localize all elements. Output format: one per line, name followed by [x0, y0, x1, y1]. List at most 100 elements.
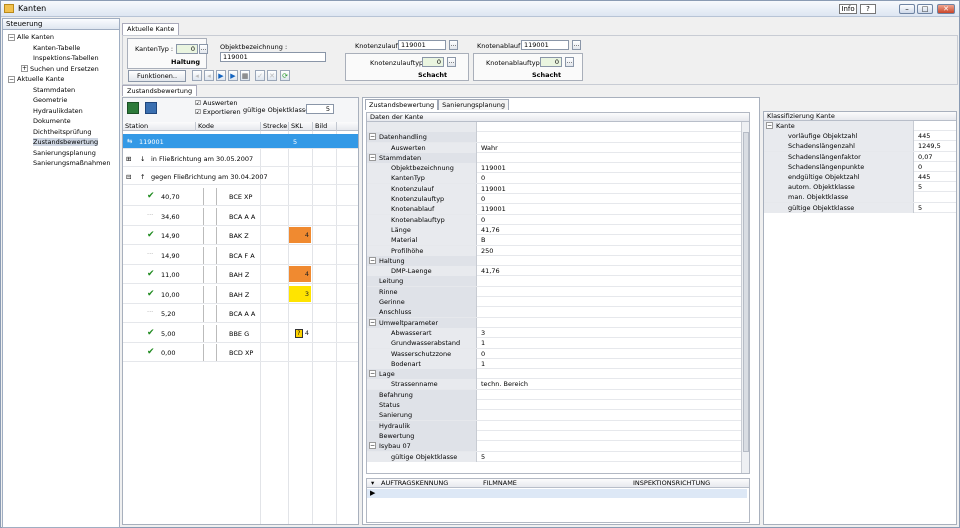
classification-row[interactable]: vorläufige Objektzahl 445	[764, 131, 956, 142]
property-row[interactable]: − Stammdaten	[367, 152, 749, 164]
property-row[interactable]: Leitung	[367, 276, 749, 287]
tree-toggle-icon[interactable]: −	[8, 33, 15, 41]
col-filmname[interactable]: FILMNAME	[483, 479, 517, 488]
sidebar-item-11[interactable]: Sanierungsplanung	[3, 148, 119, 159]
expand-icon[interactable]: ⊞	[126, 155, 131, 163]
knotenablauftyp-input[interactable]: 0	[540, 57, 562, 67]
inspection-row[interactable]: ··· 34,60 BCA A A	[123, 207, 358, 226]
col-skl[interactable]: SKL	[289, 122, 313, 131]
info-button[interactable]: Info	[839, 4, 857, 14]
property-row[interactable]: Anschluss	[367, 307, 749, 318]
exportieren-checkbox[interactable]: ☑ Exportieren	[195, 108, 241, 116]
group-row-in[interactable]: ⊞ ↓ in Fließrichtung am 30.05.2007	[123, 151, 358, 167]
maximize-button[interactable]: □	[917, 4, 933, 14]
inspection-row[interactable]: ✔ 11,00 BAH Z 4	[123, 265, 358, 284]
property-row[interactable]: − Umweltparameter	[367, 317, 749, 328]
property-row[interactable]: Abwasserart 3	[367, 327, 749, 339]
toggle-icon[interactable]: −	[369, 133, 376, 141]
property-value[interactable]: 5	[481, 452, 485, 462]
sidebar-item-3[interactable]: + Suchen und Ersetzen	[3, 64, 119, 75]
tab-aktuelle-kante[interactable]: Aktuelle Kante	[122, 23, 180, 35]
property-row[interactable]: gültige Objektklasse 5	[367, 451, 749, 462]
property-row[interactable]: Wasserschutzzone 0	[367, 348, 749, 359]
property-row[interactable]: DMP-Laenge 41,76	[367, 266, 749, 277]
gok-input[interactable]: 5	[306, 104, 334, 114]
property-value[interactable]: 119001	[481, 184, 506, 194]
close-button[interactable]: ✕	[937, 4, 955, 14]
property-value[interactable]: 41,76	[481, 225, 500, 235]
property-row[interactable]: Länge 41,76	[367, 224, 749, 236]
classification-row[interactable]: autom. Objektklasse 5	[764, 182, 956, 193]
inspection-row[interactable]: ✔ 40,70 BCE XP	[123, 187, 358, 206]
last-record-icon[interactable]: ▶	[228, 70, 238, 81]
prev-record-icon[interactable]: ◂	[204, 70, 214, 81]
sidebar-item-9[interactable]: Dichtheitsprüfung	[3, 127, 119, 138]
col-bild[interactable]: Bild	[313, 122, 337, 131]
property-value[interactable]: Wahr	[481, 143, 498, 153]
excel-export-icon[interactable]	[127, 102, 139, 114]
classification-row[interactable]: man. Objektklasse	[764, 192, 956, 203]
property-value[interactable]: 0	[481, 215, 485, 225]
property-row[interactable]: − Lage	[367, 369, 749, 380]
sidebar-item-10[interactable]: Zustandsbewertung	[3, 137, 119, 148]
col-station[interactable]: Station	[125, 122, 196, 131]
property-row[interactable]: Knotenablauftyp 0	[367, 214, 749, 225]
col-auftragskennung[interactable]: AUFTRAGSKENNUNG	[381, 479, 448, 488]
property-row[interactable]: − Haltung	[367, 255, 749, 267]
property-row[interactable]: Bewertung	[367, 430, 749, 442]
property-row[interactable]: Knotenablauf 119001	[367, 204, 749, 215]
property-row[interactable]: Grundwasserabstand 1	[367, 338, 749, 349]
next-record-icon[interactable]: ▶	[216, 70, 226, 81]
first-record-icon[interactable]: ◂	[192, 70, 202, 81]
table-export-icon[interactable]	[145, 102, 157, 114]
property-row[interactable]: Sanierung	[367, 410, 749, 421]
property-value[interactable]: 1	[481, 338, 485, 348]
property-row[interactable]: Auswerten Wahr	[367, 142, 749, 153]
toggle-icon[interactable]: −	[369, 153, 376, 161]
classification-row[interactable]: Schadenslängenzahl 1249,5	[764, 141, 956, 152]
property-row[interactable]: Profilhöhe 250	[367, 245, 749, 256]
inspection-row[interactable]: ✔ 5,00 BBE G? 4	[123, 324, 358, 343]
classification-row[interactable]: gültige Objektklasse 5	[764, 202, 956, 213]
inspection-row[interactable]: ✔ 0,00 BCD XP	[123, 343, 358, 362]
sidebar-item-5[interactable]: Stammdaten	[3, 85, 119, 96]
sidebar-item-1[interactable]: Kanten-Tabelle	[3, 43, 119, 54]
property-value[interactable]: 0	[481, 194, 485, 204]
knotenzulauftyp-dots-button[interactable]: ...	[447, 57, 456, 67]
classification-row[interactable]: endgültige Objektzahl 445	[764, 171, 956, 183]
tab-zustandsbewertung-grid[interactable]: Zustandsbewertung	[365, 99, 439, 110]
property-row[interactable]: KantenTyp 0	[367, 173, 749, 184]
inspection-row[interactable]: ✔ 14,90 BAK Z 4	[123, 226, 358, 245]
tab-zustandsbewertung[interactable]: Zustandsbewertung	[122, 85, 198, 96]
property-row[interactable]: Status	[367, 400, 749, 411]
toggle-icon[interactable]: −	[369, 318, 376, 326]
property-value[interactable]: 1	[481, 359, 485, 369]
property-row[interactable]: − Isybau 07	[367, 441, 749, 452]
property-row[interactable]: Hydraulik	[367, 420, 749, 431]
objektbez-input[interactable]: 119001	[220, 52, 326, 62]
property-row[interactable]: Befahrung	[367, 389, 749, 401]
property-value[interactable]: 0	[481, 173, 485, 183]
toggle-icon[interactable]: −	[766, 122, 773, 129]
property-value[interactable]: B	[481, 235, 485, 245]
knotenzulauf-input[interactable]: 119001	[398, 40, 446, 50]
property-value[interactable]: 119001	[481, 204, 506, 214]
help-button[interactable]: ?	[860, 4, 876, 14]
property-value[interactable]: 250	[481, 246, 493, 256]
toggle-icon[interactable]: −	[369, 370, 376, 378]
inspection-row[interactable]: ✔ 10,00 BAH Z 3	[123, 285, 358, 304]
classification-row[interactable]: − Kante	[764, 121, 956, 132]
expand-icon[interactable]: ▾	[371, 479, 374, 488]
funktionen-button[interactable]: Funktionen..	[128, 70, 186, 82]
knotenablauftyp-dots-button[interactable]: ...	[565, 57, 574, 67]
knotenzulauf-dots-button[interactable]: ...	[449, 40, 458, 50]
knotenablauf-dots-button[interactable]: ...	[572, 40, 581, 50]
confirm-icon[interactable]: ✓	[255, 70, 265, 81]
classification-row[interactable]: Schadenslängenpunkte 0	[764, 161, 956, 172]
edge-row-selected[interactable]: ⇆ 119001 5	[123, 134, 358, 149]
property-row[interactable]: Strassenname techn. Bereich	[367, 379, 749, 390]
edit-grid-icon[interactable]: ▦	[240, 70, 250, 81]
property-row[interactable]	[367, 122, 749, 133]
property-value[interactable]: 3	[481, 328, 485, 338]
property-value[interactable]: 41,76	[481, 266, 500, 276]
